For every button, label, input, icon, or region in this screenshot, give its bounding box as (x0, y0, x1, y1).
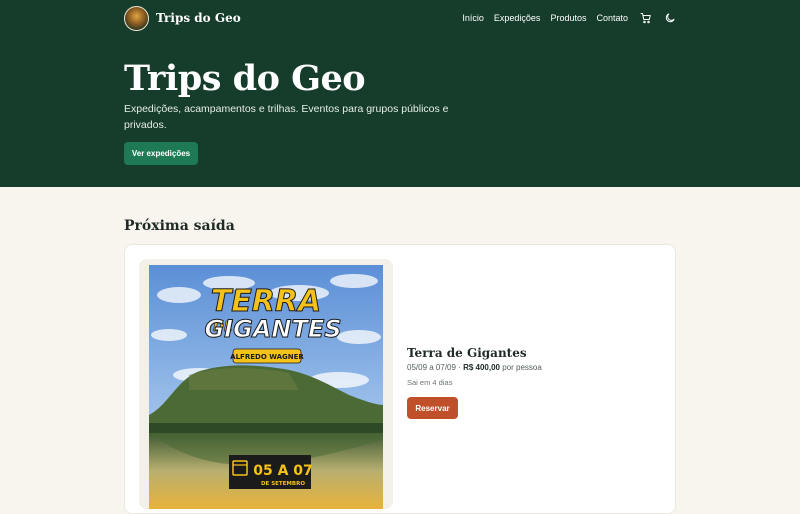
logo[interactable] (124, 6, 149, 31)
trip-price: R$ 400,00 (463, 363, 500, 372)
hero-section: Trips do Geo Início Expedições Produtos … (0, 0, 800, 187)
next-trip-card: TERRA DE GIGANTES ALFREDO WAGNER 05 A 07… (124, 244, 676, 514)
trip-poster[interactable]: TERRA DE GIGANTES ALFREDO WAGNER 05 A 07… (149, 265, 383, 509)
trip-price-suffix: por pessoa (502, 363, 542, 372)
top-nav: Trips do Geo Início Expedições Produtos … (124, 6, 676, 32)
reserve-button[interactable]: Reservar (407, 397, 458, 419)
poster-title-1: TERRA (211, 284, 321, 319)
poster-guide: ALFREDO WAGNER (230, 353, 304, 361)
trip-info: Terra de Gigantes 05/09 a 07/09 · R$ 400… (407, 346, 657, 419)
nav-links: Início Expedições Produtos Contato (462, 12, 676, 24)
trip-departs: Sai em 4 dias (407, 378, 453, 387)
poster-title-2: GIGANTES (204, 315, 341, 343)
hero-subtitle: Expedições, acampamentos e trilhas. Even… (124, 103, 449, 131)
hero-title: Trips do Geo (124, 58, 366, 99)
nav-link-inicio[interactable]: Início (462, 13, 484, 23)
cart-icon[interactable] (640, 12, 652, 24)
moon-icon[interactable] (664, 12, 676, 24)
poster-date-month: DE SETEMBRO (261, 481, 305, 487)
brand-name[interactable]: Trips do Geo (156, 11, 241, 25)
nav-link-contato[interactable]: Contato (596, 13, 628, 23)
trip-meta: 05/09 a 07/09 · R$ 400,00 por pessoa (407, 363, 657, 372)
see-expeditions-button[interactable]: Ver expedições (124, 142, 198, 165)
poster-date: 05 A 07 (253, 463, 313, 479)
nav-link-expedicoes[interactable]: Expedições (494, 13, 541, 23)
trip-dates: 05/09 a 07/09 · (407, 363, 461, 372)
poster-frame: TERRA DE GIGANTES ALFREDO WAGNER 05 A 07… (139, 259, 393, 509)
next-departure-heading: Próxima saída (124, 218, 235, 234)
trip-title[interactable]: Terra de Gigantes (407, 346, 657, 360)
nav-link-produtos[interactable]: Produtos (550, 13, 586, 23)
